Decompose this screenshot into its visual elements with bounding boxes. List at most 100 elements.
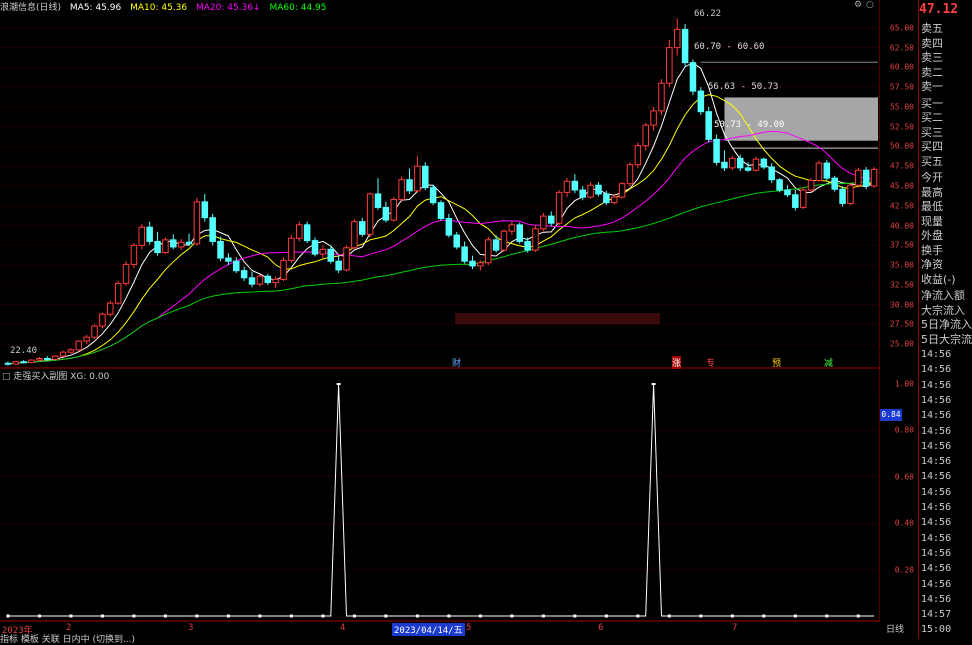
xg-signal-line bbox=[7, 383, 875, 617]
candle-body bbox=[508, 224, 516, 232]
candle-body bbox=[760, 158, 768, 168]
candle-body bbox=[642, 124, 649, 147]
marker-special[interactable]: 专 bbox=[706, 356, 715, 369]
tick-time: 14:56 bbox=[921, 394, 952, 406]
price-tick: 52.50 bbox=[889, 122, 914, 132]
ma10-label: MA10: 45.36 bbox=[130, 3, 188, 13]
kline-chart[interactable] bbox=[0, 0, 880, 639]
xg-point bbox=[384, 614, 388, 618]
candle-body bbox=[500, 230, 508, 251]
price-tick: 55.00 bbox=[889, 102, 914, 112]
candle-body bbox=[59, 351, 67, 357]
candle-body bbox=[122, 263, 130, 284]
candle-body bbox=[437, 202, 445, 219]
candle-body bbox=[855, 169, 862, 186]
candle-body bbox=[83, 336, 90, 342]
price-axis: 65.00 62.50 60.00 57.50 55.00 52.50 50.00 47.50… bbox=[880, 12, 916, 367]
candle-body bbox=[768, 166, 775, 181]
candle-body bbox=[130, 244, 138, 265]
xg-point bbox=[195, 614, 199, 618]
candle-body bbox=[272, 278, 279, 284]
candle-body bbox=[831, 177, 838, 190]
tick-time: 14:56 bbox=[921, 364, 952, 376]
sub-tick: 0.60 bbox=[894, 472, 914, 482]
candle-body bbox=[351, 221, 358, 249]
candle-body bbox=[532, 228, 539, 251]
candle-body bbox=[862, 169, 870, 187]
xg-point bbox=[69, 614, 73, 618]
ask-level-1: 卖一 bbox=[921, 80, 943, 93]
sub-tick: 0.80 bbox=[894, 425, 914, 435]
candle-body bbox=[4, 362, 12, 365]
marker-reduce[interactable]: 减 bbox=[824, 356, 833, 369]
candle-body bbox=[28, 359, 35, 363]
sub-tick: 1.00 bbox=[894, 379, 914, 389]
ma5-label: MA5: 45.96 bbox=[69, 3, 122, 13]
tick-time: 14:56 bbox=[921, 502, 952, 513]
candle-body bbox=[610, 196, 618, 204]
price-tick: 32.50 bbox=[889, 280, 914, 290]
xg-point bbox=[762, 614, 766, 618]
close-icon[interactable]: ○ bbox=[866, 0, 874, 10]
candle-body bbox=[390, 198, 398, 221]
candle-body bbox=[870, 168, 878, 187]
price-tick: 45.00 bbox=[889, 181, 914, 191]
x-label-may: 5 bbox=[466, 623, 472, 633]
marker-finance[interactable]: 财 bbox=[452, 356, 461, 369]
xg-point bbox=[321, 614, 325, 618]
candle-body bbox=[359, 221, 366, 235]
blurred-overlay bbox=[455, 313, 660, 324]
candle-body bbox=[784, 189, 791, 196]
zone-label-1: 60.70 - 60.60 bbox=[694, 42, 765, 52]
sub-value-badge: 0.84 bbox=[880, 409, 902, 421]
ma60-label: MA60: 44.95 bbox=[269, 3, 327, 13]
xg-point bbox=[6, 614, 10, 618]
candle-body bbox=[319, 248, 327, 255]
xg-point bbox=[636, 614, 640, 618]
period-tab[interactable]: 日线 bbox=[886, 622, 904, 635]
price-tick: 35.00 bbox=[889, 260, 914, 270]
candle-body bbox=[280, 259, 287, 280]
price-tick: 27.50 bbox=[889, 319, 914, 329]
candle-body bbox=[461, 246, 468, 262]
candle-body bbox=[429, 187, 437, 204]
high-label: 66.22 bbox=[694, 9, 722, 19]
marker-forecast[interactable]: 预 bbox=[772, 356, 781, 369]
candle-body bbox=[233, 260, 240, 272]
price-tick: 62.50 bbox=[889, 43, 914, 53]
candle-body bbox=[382, 206, 390, 221]
candle-body bbox=[177, 241, 185, 248]
candle-body bbox=[839, 188, 846, 204]
candle-body bbox=[823, 162, 831, 179]
candle-body bbox=[248, 277, 256, 285]
tick-time: 14:56 bbox=[921, 593, 952, 605]
xg-point bbox=[573, 614, 577, 618]
cursor-date: 2023/04/14/五 bbox=[392, 623, 465, 636]
stock-title: 浪潮信息(日线) bbox=[0, 3, 62, 13]
candle-body bbox=[193, 201, 201, 245]
candle-body bbox=[799, 189, 807, 208]
zone-label-2: 56.63 - 50.73 bbox=[708, 82, 779, 92]
candle-body bbox=[516, 224, 523, 242]
xg-point bbox=[258, 614, 262, 618]
candle-body bbox=[296, 224, 303, 239]
xg-spike-cap bbox=[651, 383, 656, 385]
candle-body bbox=[792, 194, 799, 208]
candle-body bbox=[240, 270, 248, 279]
candle-body bbox=[469, 260, 476, 267]
candle-body bbox=[311, 240, 319, 255]
candle-body bbox=[634, 145, 642, 166]
candle-body bbox=[162, 239, 169, 253]
candle-body bbox=[815, 162, 823, 182]
candle-body bbox=[492, 239, 500, 251]
price-tick: 25.00 bbox=[889, 339, 914, 349]
candle-body bbox=[209, 217, 216, 242]
marker-limit-up[interactable]: 涨 bbox=[672, 356, 682, 369]
xg-point bbox=[793, 614, 797, 618]
candle-body bbox=[579, 189, 586, 198]
sub-chart-toggle-icon[interactable]: □ bbox=[2, 372, 11, 382]
xg-point bbox=[856, 614, 860, 618]
candle-body bbox=[154, 240, 161, 253]
settings-icon[interactable]: ⚙ bbox=[854, 0, 862, 10]
last-price: 47.12 bbox=[919, 2, 959, 17]
